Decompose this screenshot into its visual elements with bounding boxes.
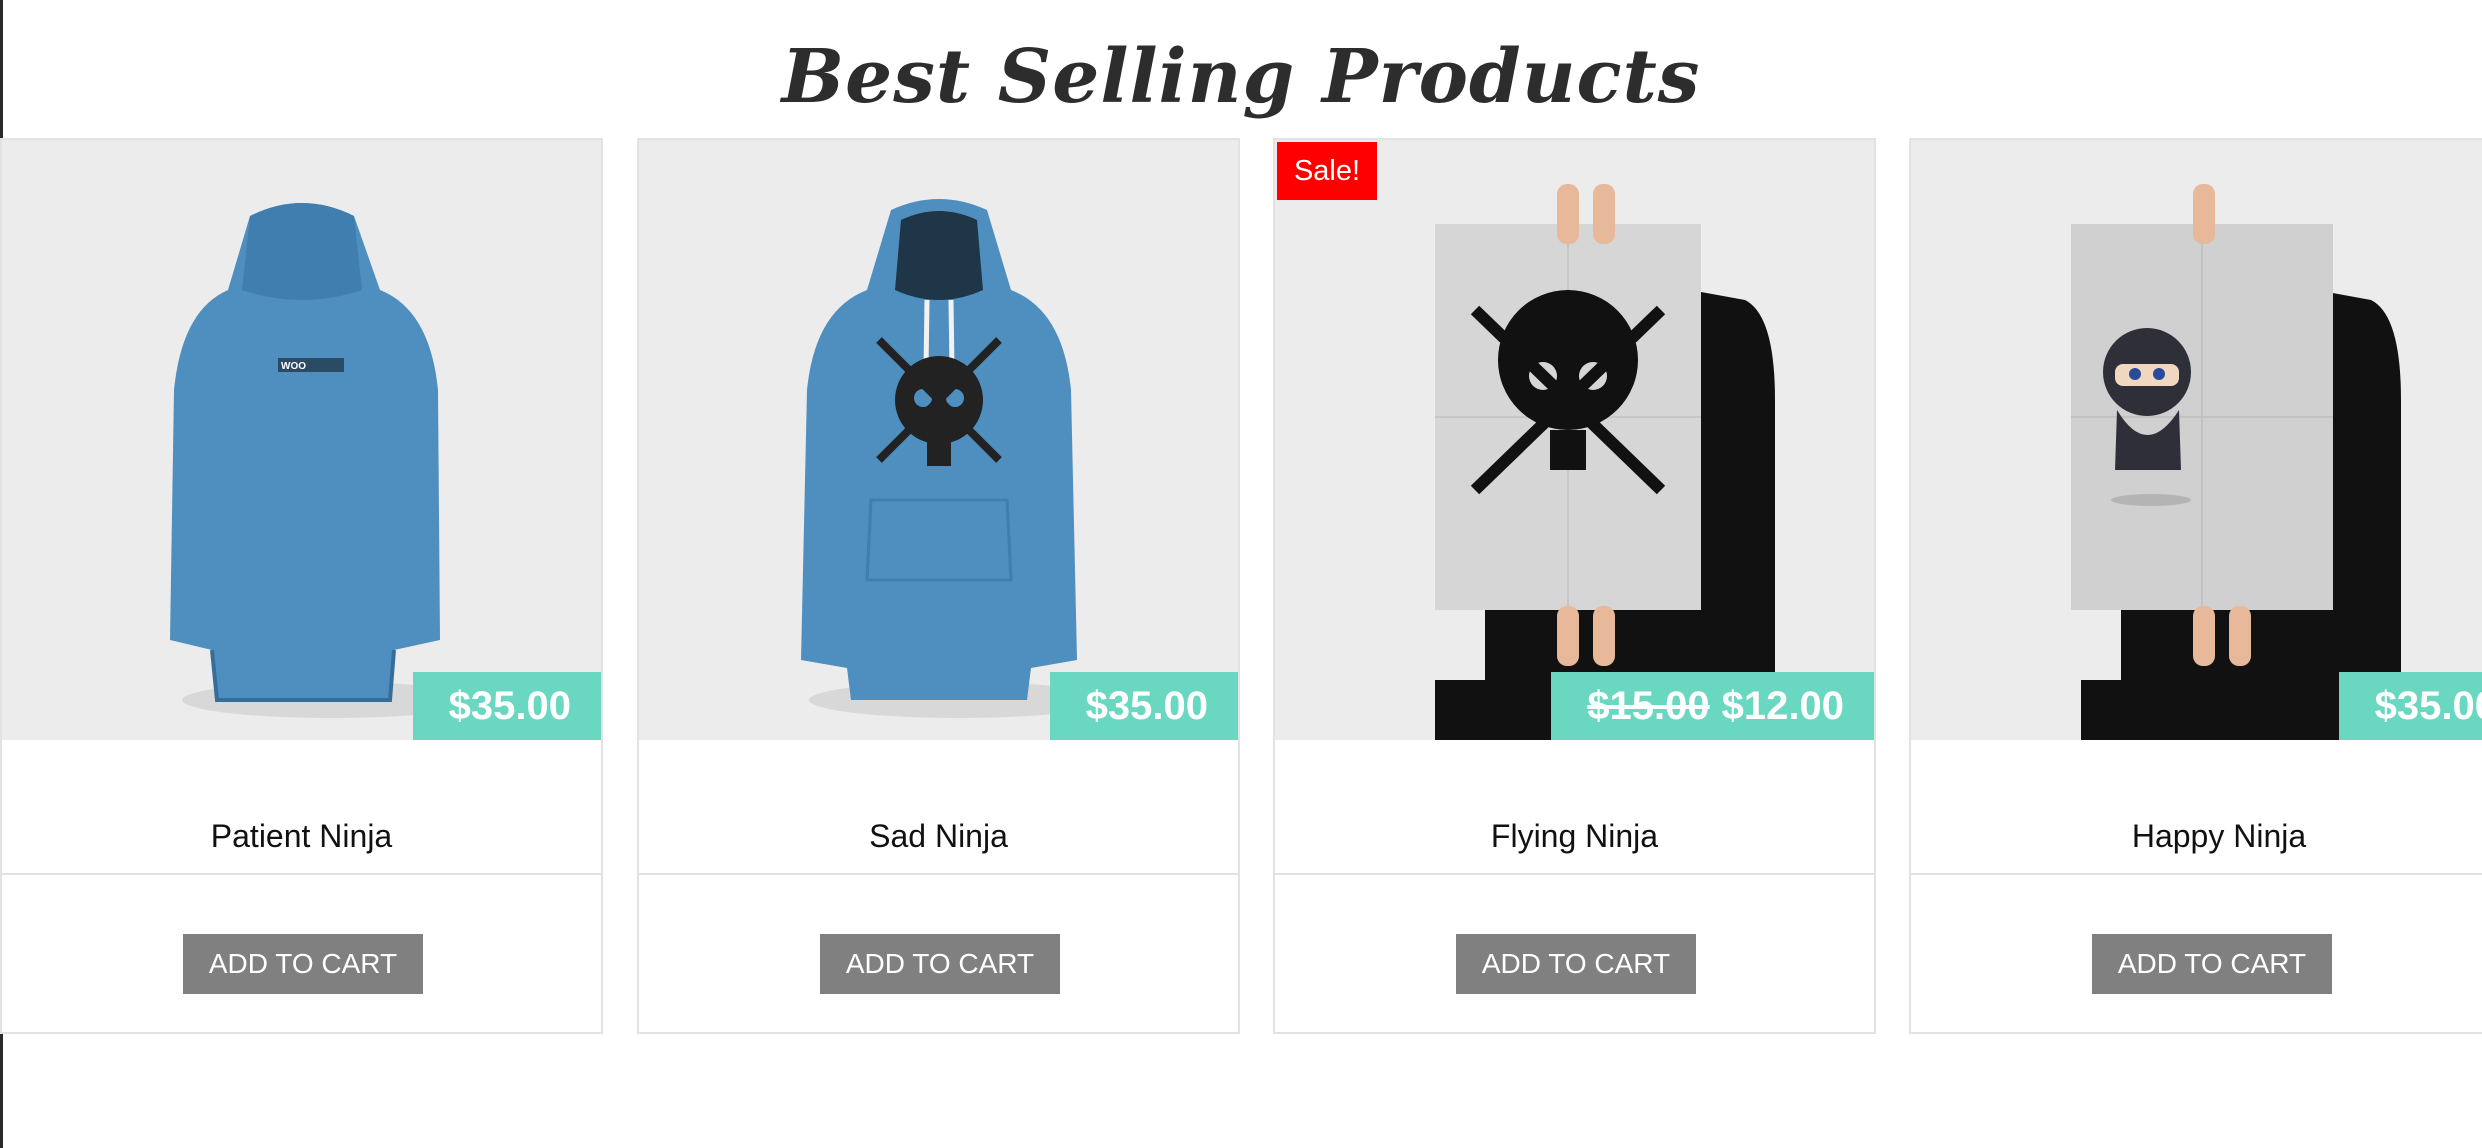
poster-skull-icon <box>1435 184 1775 740</box>
product-image-link[interactable]: $35.00 <box>1911 140 2482 740</box>
product-page: Best Selling Products WOO $35.00 Patient… <box>0 0 2482 1148</box>
add-to-cart-button[interactable]: ADD TO CART <box>183 934 423 994</box>
product-grid: WOO $35.00 Patient Ninja ADD TO CART $35… <box>0 138 2482 1036</box>
poster-ninja-icon <box>2071 184 2401 740</box>
divider <box>2 873 601 875</box>
product-title[interactable]: Patient Ninja <box>2 816 601 856</box>
product-card: $35.00 Sad Ninja ADD TO CART <box>637 138 1240 1034</box>
product-card: $35.00 Happy Ninja ADD TO CART <box>1909 138 2482 1034</box>
price: $35.00 <box>448 684 571 728</box>
hoodie-back-icon: WOO <box>170 203 482 718</box>
add-to-cart-button[interactable]: ADD TO CART <box>1456 934 1696 994</box>
product-image-link[interactable]: $35.00 <box>639 140 1238 740</box>
product-title[interactable]: Happy Ninja <box>1911 816 2482 856</box>
divider <box>1911 873 2482 875</box>
price: $35.00 <box>1085 684 1208 728</box>
old-price: $15.00 <box>1587 684 1710 728</box>
price: $35.00 <box>2374 684 2482 728</box>
add-to-cart-button[interactable]: ADD TO CART <box>820 934 1060 994</box>
product-title[interactable]: Sad Ninja <box>639 816 1238 856</box>
price-tag: $15.00 $12.00 <box>1551 672 1874 740</box>
divider <box>1275 873 1874 875</box>
product-image-link[interactable]: Sale! $15.00 $12.00 <box>1275 140 1874 740</box>
svg-text:WOO: WOO <box>281 361 306 372</box>
price-tag: $35.00 <box>1049 672 1238 740</box>
product-card: Sale! $15.00 $12.00 Flying Ninja ADD TO C… <box>1273 138 1876 1034</box>
price-tag: $35.00 <box>412 672 601 740</box>
add-to-cart-button[interactable]: ADD TO CART <box>2092 934 2332 994</box>
product-image-link[interactable]: WOO $35.00 <box>2 140 601 740</box>
product-title[interactable]: Flying Ninja <box>1275 816 1874 856</box>
divider <box>639 873 1238 875</box>
hoodie-front-icon <box>801 199 1109 718</box>
sale-badge: Sale! <box>1277 142 1377 200</box>
section-heading: Best Selling Products <box>781 34 1701 120</box>
price-tag: $35.00 <box>2338 672 2482 740</box>
price: $12.00 <box>1721 684 1844 728</box>
product-card: WOO $35.00 Patient Ninja ADD TO CART <box>0 138 603 1034</box>
